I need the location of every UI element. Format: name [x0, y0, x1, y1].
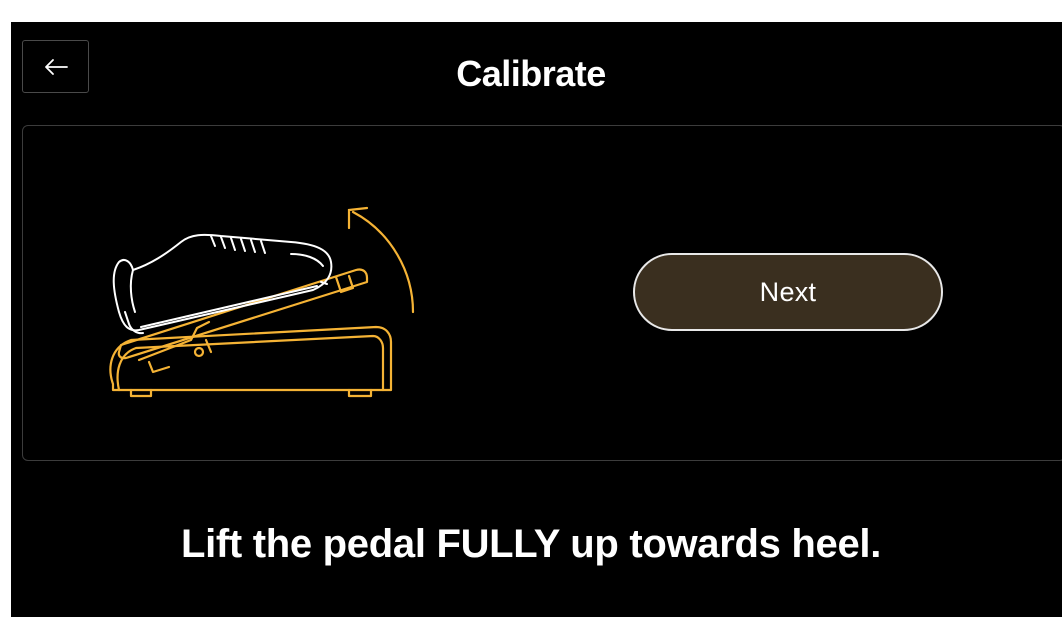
- pedal-base: [109, 325, 393, 398]
- instruction-text: Lift the pedal FULLY up towards heel.: [180, 522, 882, 566]
- page-title: Calibrate: [456, 53, 606, 94]
- next-button[interactable]: Next: [633, 253, 943, 331]
- shoe: [112, 233, 333, 335]
- lift-arrow: [347, 206, 415, 314]
- pedal-illustration: [109, 206, 415, 398]
- calibrate-screen: Calibrate Next Lift the pedal FULLY up t…: [11, 22, 1062, 617]
- pedal-treadle: [117, 268, 369, 374]
